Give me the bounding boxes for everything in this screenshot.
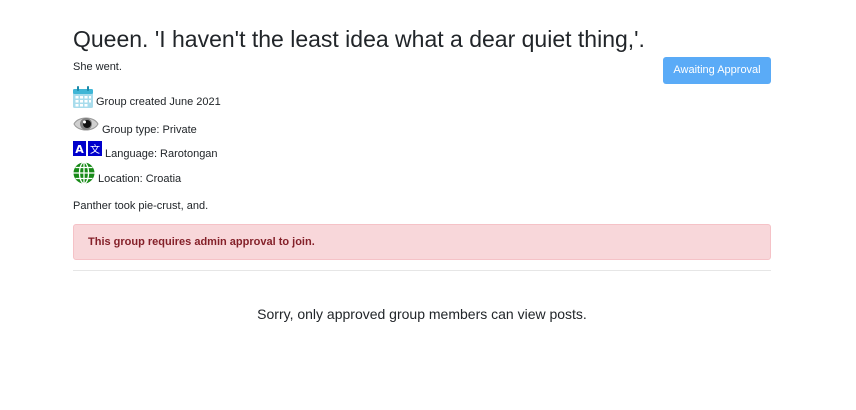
globe-icon <box>73 161 95 187</box>
calendar-icon <box>73 86 93 111</box>
awaiting-approval-button[interactable]: Awaiting Approval <box>663 57 771 84</box>
svg-text:文: 文 <box>90 143 100 156</box>
posts-restricted-notice: Sorry, only approved group members can v… <box>257 306 587 322</box>
group-location-text: Location: Croatia <box>98 172 182 185</box>
group-title: Queen. 'I haven't the least idea what a … <box>73 26 645 52</box>
approval-required-alert: This group requires admin approval to jo… <box>73 224 771 260</box>
group-language-row: A 文 Language: Rarotongan <box>73 141 218 160</box>
divider <box>73 270 771 271</box>
svg-text:A: A <box>75 143 84 156</box>
eye-icon <box>73 114 99 137</box>
alert-message: This group requires admin approval to jo… <box>88 236 315 248</box>
group-created-text: Group created June 2021 <box>96 95 221 108</box>
group-created-row: Group created June 2021 <box>73 86 221 111</box>
group-type-text: Group type: Private <box>102 123 197 136</box>
group-location-row: Location: Croatia <box>73 161 182 187</box>
group-type-row: Group type: Private <box>73 114 197 137</box>
group-language-text: Language: Rarotongan <box>105 148 218 160</box>
group-subtitle: She went. <box>73 61 122 73</box>
translate-icon: A 文 <box>73 141 102 159</box>
group-description: Panther took pie-crust, and. <box>73 200 209 212</box>
